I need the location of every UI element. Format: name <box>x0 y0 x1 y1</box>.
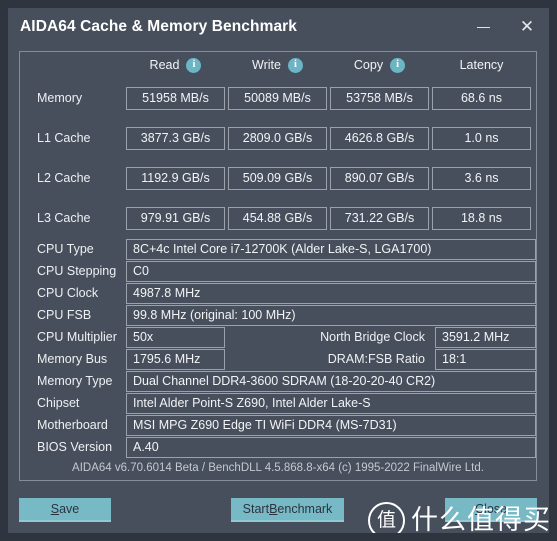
column-header-copy: Copy i <box>330 57 429 73</box>
column-header-latency-label: Latency <box>459 58 504 72</box>
memory-type-value: Dual Channel DDR4-3600 SDRAM (18-20-20-4… <box>126 370 536 392</box>
north-bridge-clock-label: North Bridge Clock <box>320 330 425 344</box>
cpu-fsb-row: CPU FSB 99.8 MHz (original: 100 MHz) <box>20 304 536 326</box>
cpu-fsb-label: CPU FSB <box>37 308 92 322</box>
bios-version-value: A.40 <box>126 436 536 458</box>
cpu-fsb-value: 99.8 MHz (original: 100 MHz) <box>126 304 536 326</box>
l3-write-value: 454.88 GB/s <box>228 206 327 230</box>
row-label-l3-cache: L3 Cache <box>37 211 91 225</box>
cpu-info-block: CPU Type 8C+4c Intel Core i7-12700K (Ald… <box>20 238 536 348</box>
cpu-multiplier-value: 50x <box>126 326 225 348</box>
l3-copy-value: 731.22 GB/s <box>330 206 429 230</box>
memory-type-label: Memory Type <box>37 374 113 388</box>
start-button-prefix: Start <box>242 502 270 516</box>
start-button-suffix: enchmark <box>277 502 333 516</box>
memory-type-row: Memory Type Dual Channel DDR4-3600 SDRAM… <box>20 370 536 392</box>
l2-copy-value: 890.07 GB/s <box>330 166 429 190</box>
row-label-l1-cache: L1 Cache <box>37 131 91 145</box>
minimize-icon <box>476 26 490 28</box>
memory-read-value: 51958 MB/s <box>126 86 225 110</box>
cpu-type-label: CPU Type <box>37 242 94 256</box>
start-benchmark-button[interactable]: Start Benchmark <box>231 498 344 522</box>
memory-bus-label: Memory Bus <box>37 352 108 366</box>
cpu-stepping-label: CPU Stepping <box>37 264 117 278</box>
bios-version-row: BIOS Version A.40 <box>20 436 536 458</box>
cpu-clock-value: 4987.8 MHz <box>126 282 536 304</box>
window-controls: ✕ <box>461 8 549 46</box>
watermark-logo-icon: 值 <box>368 502 405 533</box>
l1-latency-value: 1.0 ns <box>432 126 531 150</box>
memory-latency-value: 68.6 ns <box>432 86 531 110</box>
l2-write-value: 509.09 GB/s <box>228 166 327 190</box>
cpu-multiplier-label: CPU Multiplier <box>37 330 117 344</box>
l3-latency-value: 18.8 ns <box>432 206 531 230</box>
column-header-write-label: Write <box>252 58 281 72</box>
column-header-read: Read i <box>126 57 225 73</box>
close-button-accel: C <box>475 502 485 516</box>
column-header-latency: Latency <box>432 58 531 72</box>
memory-info-block: Memory Bus 1795.6 MHz DRAM:FSB Ratio 18:… <box>20 348 536 458</box>
close-button-suffix: lose <box>484 502 507 516</box>
cpu-clock-row: CPU Clock 4987.8 MHz <box>20 282 536 304</box>
table-row: L1 Cache 3877.3 GB/s 2809.0 GB/s 4626.8 … <box>20 118 536 158</box>
motherboard-label: Motherboard <box>37 418 108 432</box>
save-button[interactable]: Save <box>19 498 111 522</box>
column-header-read-label: Read <box>149 58 180 72</box>
column-header-write: Write i <box>228 57 327 73</box>
main-panel: Read i Write i Copy i Latency Memory 519… <box>19 51 537 481</box>
version-footer-text: AIDA64 v6.70.6014 Beta / BenchDLL 4.5.86… <box>72 462 484 474</box>
read-info-icon[interactable]: i <box>186 57 202 73</box>
cpu-stepping-row: CPU Stepping C0 <box>20 260 536 282</box>
memory-bus-row: Memory Bus 1795.6 MHz DRAM:FSB Ratio 18:… <box>20 348 536 370</box>
cpu-stepping-value: C0 <box>126 260 536 282</box>
memory-write-value: 50089 MB/s <box>228 86 327 110</box>
column-header-copy-label: Copy <box>353 58 384 72</box>
chipset-label: Chipset <box>37 396 80 410</box>
cpu-type-value: 8C+4c Intel Core i7-12700K (Alder Lake-S… <box>126 238 536 260</box>
l1-write-value: 2809.0 GB/s <box>228 126 327 150</box>
north-bridge-clock-value: 3591.2 MHz <box>435 326 536 348</box>
copy-info-icon[interactable]: i <box>390 57 406 73</box>
minimize-button[interactable] <box>461 8 505 46</box>
motherboard-value: MSI MPG Z690 Edge TI WiFi DDR4 (MS-7D31) <box>126 414 536 436</box>
close-window-button[interactable]: ✕ <box>505 8 549 46</box>
aida64-window: AIDA64 Cache & Memory Benchmark ✕ Read i… <box>8 8 549 533</box>
title-bar: AIDA64 Cache & Memory Benchmark ✕ <box>8 8 549 46</box>
l1-copy-value: 4626.8 GB/s <box>330 126 429 150</box>
dram-fsb-ratio-value: 18:1 <box>435 348 536 370</box>
l3-read-value: 979.91 GB/s <box>126 206 225 230</box>
table-row: L3 Cache 979.91 GB/s 454.88 GB/s 731.22 … <box>20 198 536 238</box>
cpu-type-row: CPU Type 8C+4c Intel Core i7-12700K (Ald… <box>20 238 536 260</box>
table-row: Memory 51958 MB/s 50089 MB/s 53758 MB/s … <box>20 78 536 118</box>
bios-version-label: BIOS Version <box>37 440 113 454</box>
cpu-clock-label: CPU Clock <box>37 286 99 300</box>
save-button-suffix: ave <box>59 502 80 516</box>
dram-fsb-ratio-label: DRAM:FSB Ratio <box>327 352 425 366</box>
table-row: L2 Cache 1192.9 GB/s 509.09 GB/s 890.07 … <box>20 158 536 198</box>
row-label-l2-cache: L2 Cache <box>37 171 91 185</box>
start-button-accel: B <box>269 502 278 516</box>
memory-bus-value: 1795.6 MHz <box>126 348 225 370</box>
row-label-memory: Memory <box>37 91 83 105</box>
l2-read-value: 1192.9 GB/s <box>126 166 225 190</box>
close-icon: ✕ <box>519 16 535 37</box>
benchmark-header-row: Read i Write i Copy i Latency <box>20 52 536 78</box>
l1-read-value: 3877.3 GB/s <box>126 126 225 150</box>
l2-latency-value: 3.6 ns <box>432 166 531 190</box>
benchmark-table: Read i Write i Copy i Latency Memory 519… <box>20 52 536 238</box>
window-title: AIDA64 Cache & Memory Benchmark <box>20 18 298 35</box>
save-button-accel: S <box>50 502 60 516</box>
memory-copy-value: 53758 MB/s <box>330 86 429 110</box>
chipset-row: Chipset Intel Alder Point-S Z690, Intel … <box>20 392 536 414</box>
write-info-icon[interactable]: i <box>287 57 303 73</box>
cpu-multiplier-row: CPU Multiplier 50x North Bridge Clock 35… <box>20 326 536 348</box>
close-button[interactable]: Close <box>445 498 537 522</box>
motherboard-row: Motherboard MSI MPG Z690 Edge TI WiFi DD… <box>20 414 536 436</box>
chipset-value: Intel Alder Point-S Z690, Intel Alder La… <box>126 392 536 414</box>
